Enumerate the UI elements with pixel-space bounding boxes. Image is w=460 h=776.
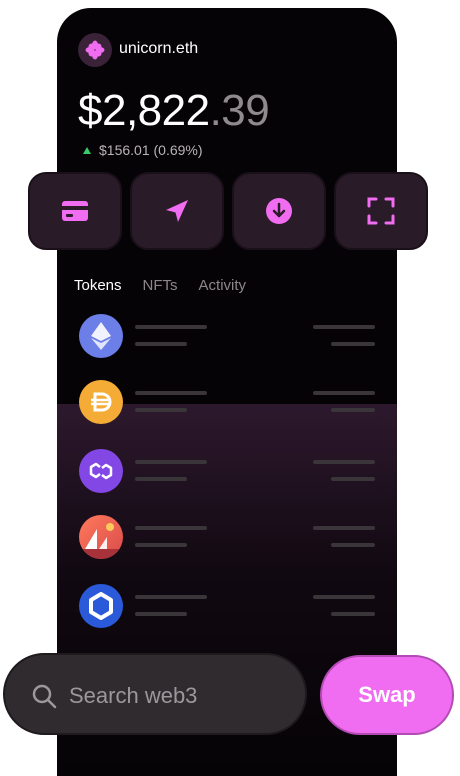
tab-activity[interactable]: Activity xyxy=(199,277,247,294)
balance-whole: $2,822 xyxy=(78,86,210,135)
portfolio-balance: $2,822.39 xyxy=(78,86,270,136)
token-amount-placeholder xyxy=(135,612,187,616)
buy-button[interactable] xyxy=(28,172,122,250)
tab-nfts[interactable]: NFTs xyxy=(143,277,178,294)
token-value-placeholder xyxy=(313,526,375,530)
scan-icon xyxy=(367,197,395,225)
send-icon xyxy=(166,200,188,222)
token-amount-placeholder xyxy=(135,408,187,412)
avatar[interactable] xyxy=(78,33,112,67)
list-item[interactable] xyxy=(79,380,375,424)
token-change-placeholder xyxy=(331,408,375,412)
tab-tokens[interactable]: Tokens xyxy=(74,277,122,294)
tab-bar: Tokens NFTs Activity xyxy=(74,277,246,294)
token-amount-placeholder xyxy=(135,543,187,547)
token-value-placeholder xyxy=(313,460,375,464)
send-button[interactable] xyxy=(130,172,224,250)
ens-name[interactable]: unicorn.eth xyxy=(119,40,198,58)
chainlink-icon xyxy=(79,584,123,628)
search-icon xyxy=(32,684,57,709)
receive-button[interactable] xyxy=(232,172,326,250)
search-placeholder: Search web3 xyxy=(69,683,198,708)
unicorn-sparkle-icon xyxy=(85,40,105,60)
token-value-placeholder xyxy=(313,325,375,329)
token-name-placeholder xyxy=(135,460,207,464)
scan-button[interactable] xyxy=(334,172,428,250)
token-change-placeholder xyxy=(331,612,375,616)
card-icon xyxy=(62,201,88,221)
list-item[interactable] xyxy=(79,515,375,559)
token-name-placeholder xyxy=(135,526,207,530)
search-input[interactable]: Search web3 xyxy=(3,653,307,735)
decentraland-icon xyxy=(79,515,123,559)
token-amount-placeholder xyxy=(135,342,187,346)
up-arrow-icon xyxy=(83,146,91,154)
list-item[interactable] xyxy=(79,314,375,358)
token-value-placeholder xyxy=(313,391,375,395)
token-change-placeholder xyxy=(331,543,375,547)
token-name-placeholder xyxy=(135,595,207,599)
download-icon xyxy=(266,198,292,224)
balance-change: $156.01 (0.69%) xyxy=(83,142,203,158)
polygon-icon xyxy=(79,449,123,493)
ethereum-icon xyxy=(79,314,123,358)
balance-cents: .39 xyxy=(209,86,270,135)
token-amount-placeholder xyxy=(135,477,187,481)
token-name-placeholder xyxy=(135,325,207,329)
change-text: $156.01 (0.69%) xyxy=(99,142,203,158)
swap-button[interactable]: Swap xyxy=(320,655,454,735)
list-item[interactable] xyxy=(79,449,375,493)
dai-icon xyxy=(79,380,123,424)
token-change-placeholder xyxy=(331,477,375,481)
token-change-placeholder xyxy=(331,342,375,346)
list-item[interactable] xyxy=(79,584,375,628)
token-name-placeholder xyxy=(135,391,207,395)
token-value-placeholder xyxy=(313,595,375,599)
